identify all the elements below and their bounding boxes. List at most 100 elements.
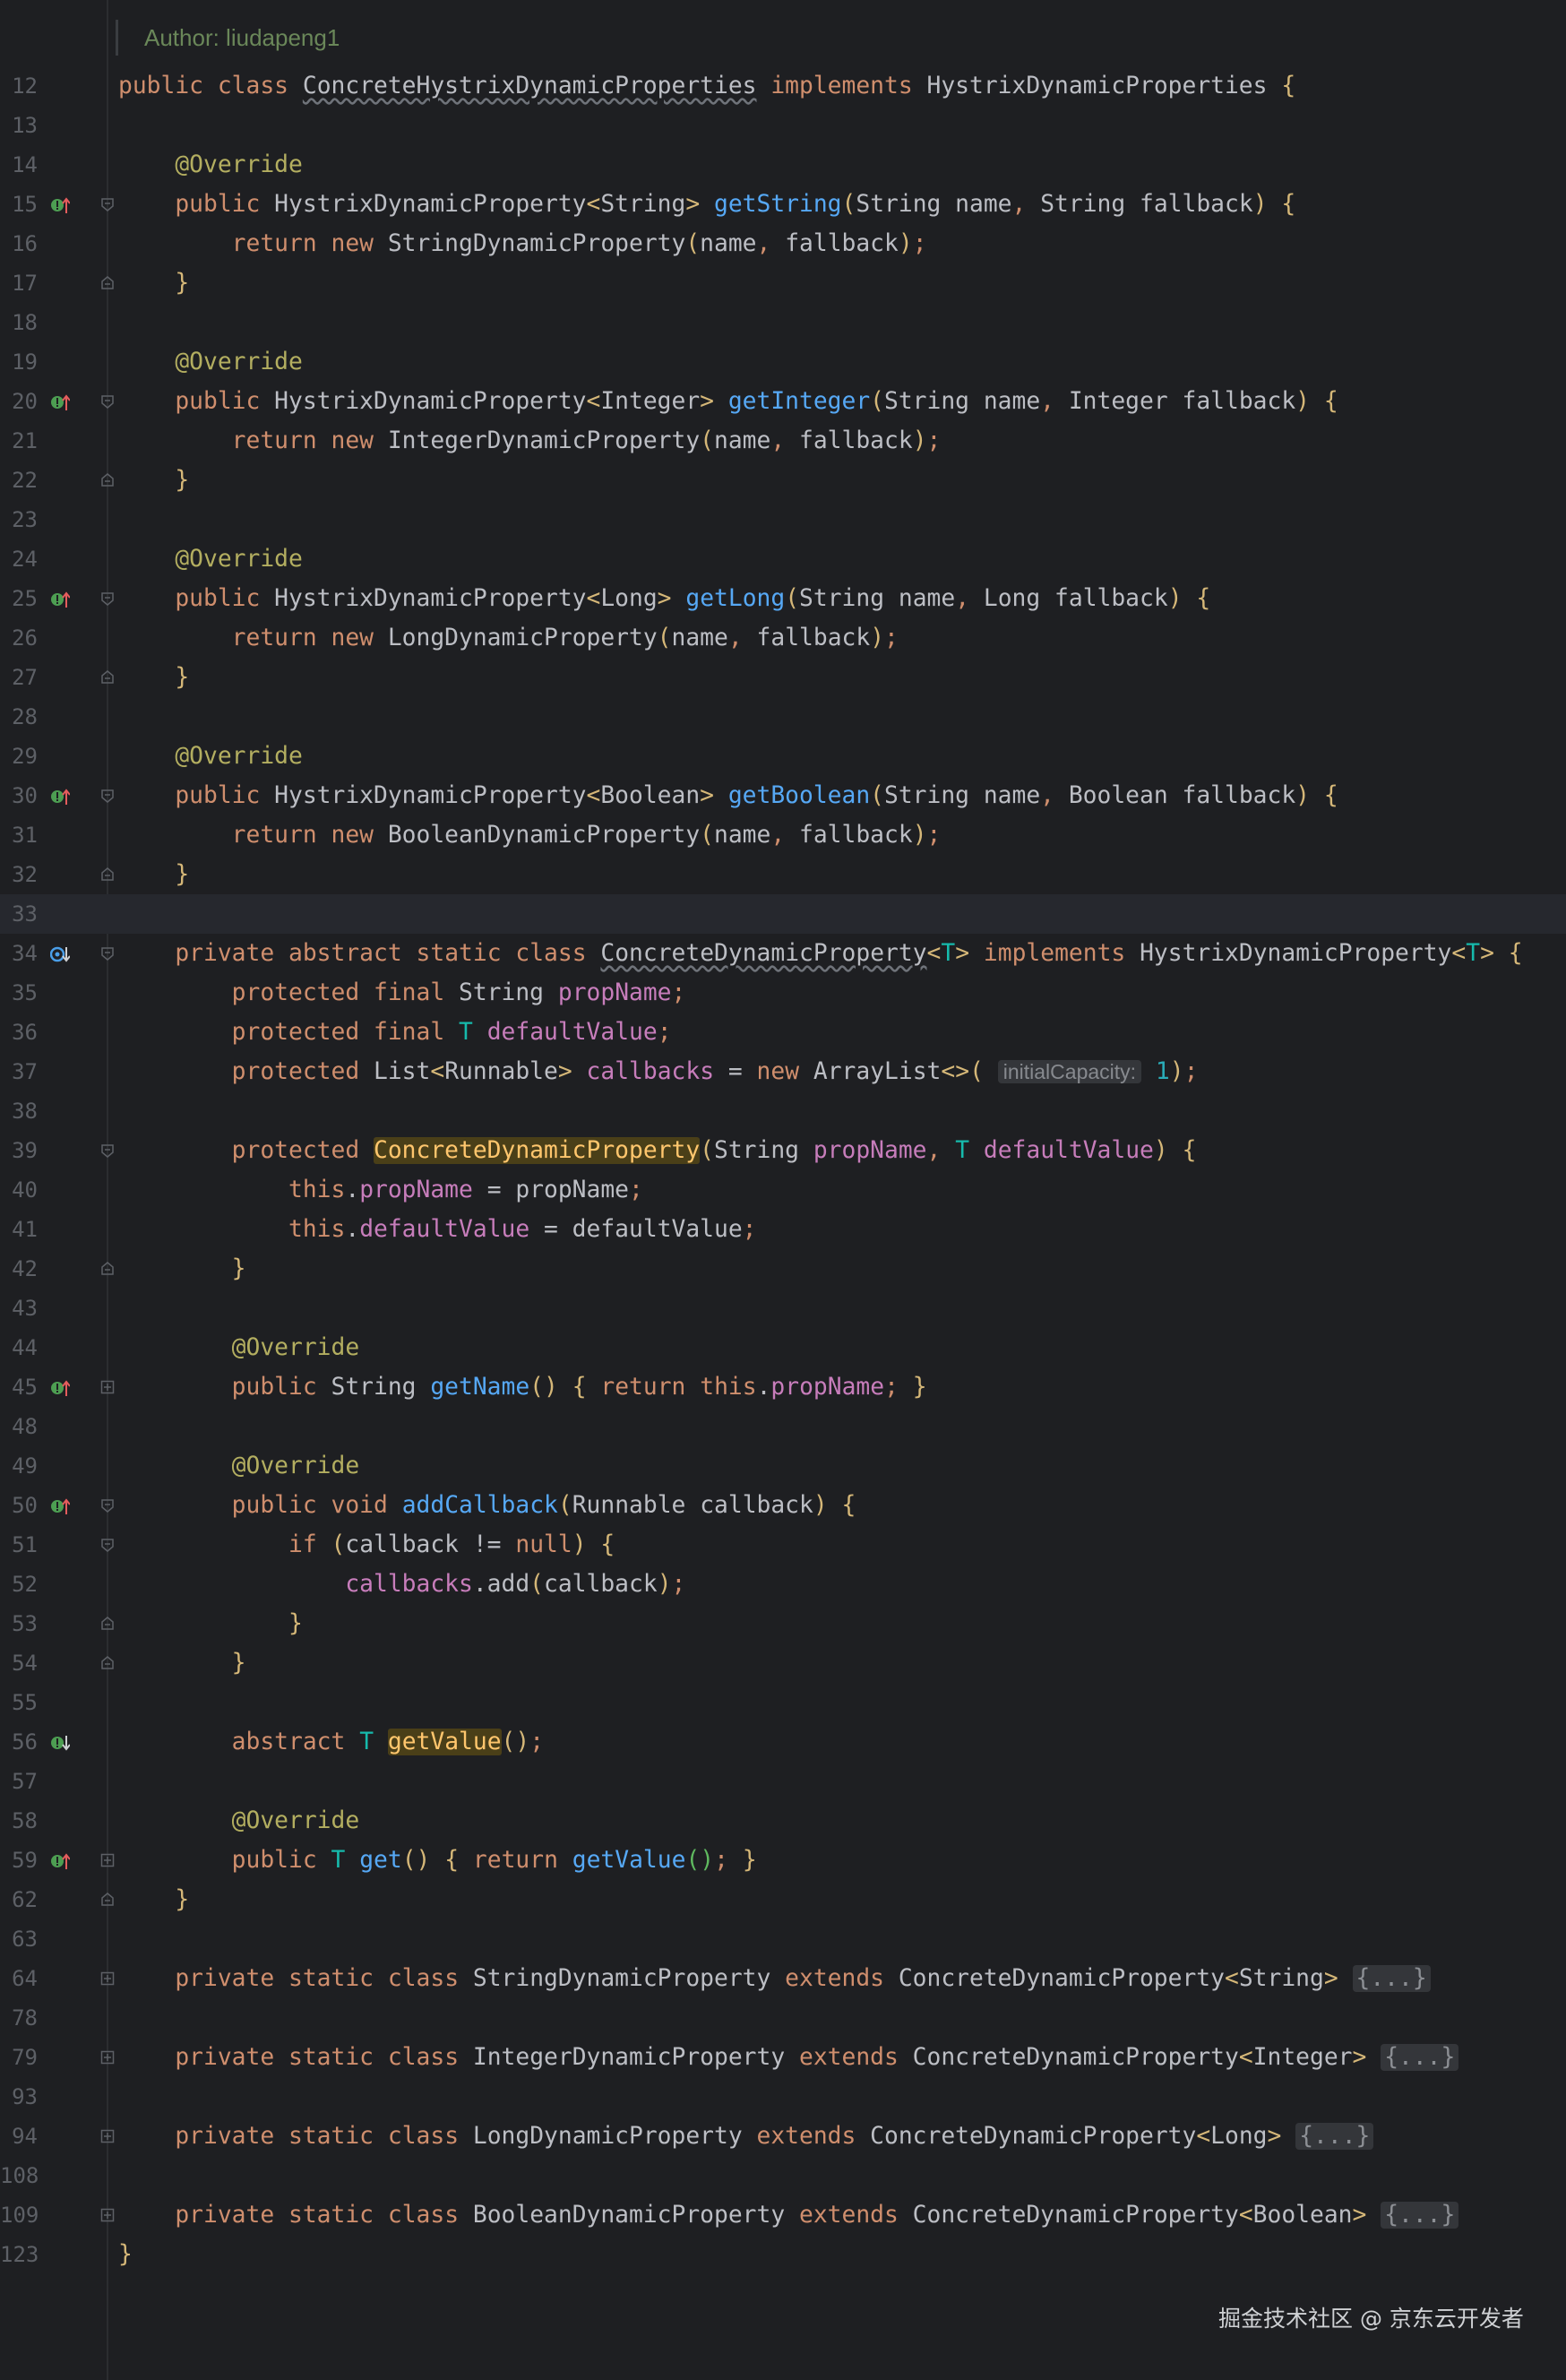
code-text[interactable]: this.propName = propName;: [118, 1170, 643, 1210]
code-text[interactable]: public T get() { return getValue(); }: [118, 1841, 757, 1880]
code-line[interactable]: 50 public void addCallback(Runnable call…: [0, 1486, 1566, 1525]
line-number[interactable]: 28: [0, 697, 38, 737]
code-line[interactable]: 123}: [0, 2235, 1566, 2274]
code-text[interactable]: return new BooleanDynamicProperty(name, …: [118, 815, 942, 855]
code-text[interactable]: this.defaultValue = defaultValue;: [118, 1210, 757, 1249]
line-number[interactable]: 93: [0, 2077, 38, 2117]
code-text[interactable]: @Override: [118, 342, 303, 382]
code-line[interactable]: 39 protected ConcreteDynamicProperty(Str…: [0, 1131, 1566, 1170]
code-text[interactable]: if (callback != null) {: [118, 1525, 615, 1565]
code-text[interactable]: public HystrixDynamicProperty<Long> getL…: [118, 579, 1210, 618]
line-number[interactable]: 27: [0, 658, 38, 697]
code-line[interactable]: 15 public HystrixDynamicProperty<String>…: [0, 185, 1566, 224]
code-text[interactable]: protected final T defaultValue;: [118, 1013, 672, 1052]
line-number[interactable]: 20: [0, 382, 38, 421]
implements-override-up-icon[interactable]: [50, 590, 71, 609]
code-text[interactable]: }: [118, 1880, 189, 1919]
line-number[interactable]: 17: [0, 263, 38, 303]
line-number[interactable]: 16: [0, 224, 38, 263]
code-line[interactable]: 48: [0, 1407, 1566, 1446]
code-editor[interactable]: Author: liudapeng1 12 public class Concre…: [0, 0, 1566, 2380]
code-text[interactable]: }: [118, 461, 189, 500]
code-text[interactable]: protected ConcreteDynamicProperty(String…: [118, 1131, 1196, 1170]
fold-plus-icon[interactable]: [100, 1380, 115, 1394]
fold-close-icon[interactable]: [100, 473, 115, 487]
line-number[interactable]: 38: [0, 1091, 38, 1131]
fold-open-icon[interactable]: [100, 946, 115, 961]
line-number[interactable]: 94: [0, 2117, 38, 2156]
line-number[interactable]: 53: [0, 1604, 38, 1643]
code-line[interactable]: 12 public class ConcreteHystrixDynamicPro…: [0, 66, 1566, 106]
fold-plus-icon[interactable]: [100, 1971, 115, 1986]
code-text[interactable]: @Override: [118, 1446, 360, 1486]
code-line[interactable]: 59 public T get() { return getValue(); }: [0, 1841, 1566, 1880]
line-number[interactable]: 15: [0, 185, 38, 224]
implements-override-up-icon[interactable]: [50, 1851, 71, 1871]
code-line[interactable]: 21 return new IntegerDynamicProperty(nam…: [0, 421, 1566, 461]
code-line[interactable]: 38: [0, 1091, 1566, 1131]
fold-close-icon[interactable]: [100, 1617, 115, 1631]
line-number[interactable]: 56: [0, 1722, 38, 1762]
implements-override-up-icon[interactable]: [50, 195, 71, 215]
fold-open-icon[interactable]: [100, 591, 115, 606]
code-text[interactable]: }: [118, 1249, 246, 1289]
line-number[interactable]: 79: [0, 2038, 38, 2077]
code-text[interactable]: public class ConcreteHystrixDynamicPrope…: [118, 66, 1295, 106]
code-line[interactable]: 49 @Override: [0, 1446, 1566, 1486]
line-number[interactable]: 35: [0, 973, 38, 1013]
line-number[interactable]: 49: [0, 1446, 38, 1486]
line-number[interactable]: 36: [0, 1013, 38, 1052]
line-number[interactable]: 30: [0, 776, 38, 815]
fold-close-icon[interactable]: [100, 867, 115, 882]
code-line[interactable]: 109 private static class BooleanDynamicP…: [0, 2195, 1566, 2235]
implements-override-up-icon[interactable]: [50, 392, 71, 412]
code-text[interactable]: callbacks.add(callback);: [118, 1565, 685, 1604]
code-text[interactable]: private static class LongDynamicProperty…: [118, 2117, 1374, 2156]
code-line[interactable]: 54 }: [0, 1643, 1566, 1683]
code-text[interactable]: protected final String propName;: [118, 973, 686, 1013]
line-number[interactable]: 40: [0, 1170, 38, 1210]
code-text[interactable]: abstract T getValue();: [118, 1722, 544, 1762]
code-text[interactable]: }: [118, 658, 189, 697]
code-line[interactable]: 51 if (callback != null) {: [0, 1525, 1566, 1565]
code-line[interactable]: 43: [0, 1289, 1566, 1328]
fold-close-icon[interactable]: [100, 670, 115, 685]
code-text[interactable]: return new LongDynamicProperty(name, fal…: [118, 618, 899, 658]
fold-open-icon[interactable]: [100, 1538, 115, 1552]
code-line[interactable]: 22 }: [0, 461, 1566, 500]
fold-close-icon[interactable]: [100, 1893, 115, 1907]
code-text[interactable]: @Override: [118, 737, 303, 776]
fold-plus-icon[interactable]: [100, 2208, 115, 2222]
line-number[interactable]: 51: [0, 1525, 38, 1565]
line-number[interactable]: 14: [0, 145, 38, 185]
code-line[interactable]: 13: [0, 106, 1566, 145]
line-number[interactable]: 58: [0, 1801, 38, 1841]
code-line[interactable]: 41 this.defaultValue = defaultValue;: [0, 1210, 1566, 1249]
code-line[interactable]: 37 protected List<Runnable> callbacks = …: [0, 1052, 1566, 1091]
line-number[interactable]: 34: [0, 934, 38, 973]
code-text[interactable]: }: [118, 2235, 133, 2274]
line-number[interactable]: 62: [0, 1880, 38, 1919]
line-number[interactable]: 12: [0, 66, 38, 106]
code-line[interactable]: 52 callbacks.add(callback);: [0, 1565, 1566, 1604]
line-number[interactable]: 57: [0, 1762, 38, 1801]
code-line[interactable]: 17 }: [0, 263, 1566, 303]
code-text[interactable]: @Override: [118, 1328, 360, 1367]
code-line[interactable]: 63: [0, 1919, 1566, 1959]
line-number[interactable]: 78: [0, 1998, 38, 2038]
code-line[interactable]: 58 @Override: [0, 1801, 1566, 1841]
code-text[interactable]: public HystrixDynamicProperty<Boolean> g…: [118, 776, 1338, 815]
line-number[interactable]: 50: [0, 1486, 38, 1525]
fold-close-icon[interactable]: [100, 1656, 115, 1670]
implements-override-up-icon[interactable]: [50, 1378, 71, 1398]
line-number[interactable]: 45: [0, 1367, 38, 1407]
fold-open-icon[interactable]: [100, 1498, 115, 1513]
code-line[interactable]: 32 }: [0, 855, 1566, 894]
line-number[interactable]: 48: [0, 1407, 38, 1446]
code-line[interactable]: 27 }: [0, 658, 1566, 697]
code-text[interactable]: @Override: [118, 1801, 360, 1841]
code-text[interactable]: return new StringDynamicProperty(name, f…: [118, 224, 927, 263]
code-line[interactable]: 18: [0, 303, 1566, 342]
fold-plus-icon[interactable]: [100, 2050, 115, 2065]
code-text[interactable]: }: [118, 1643, 246, 1683]
